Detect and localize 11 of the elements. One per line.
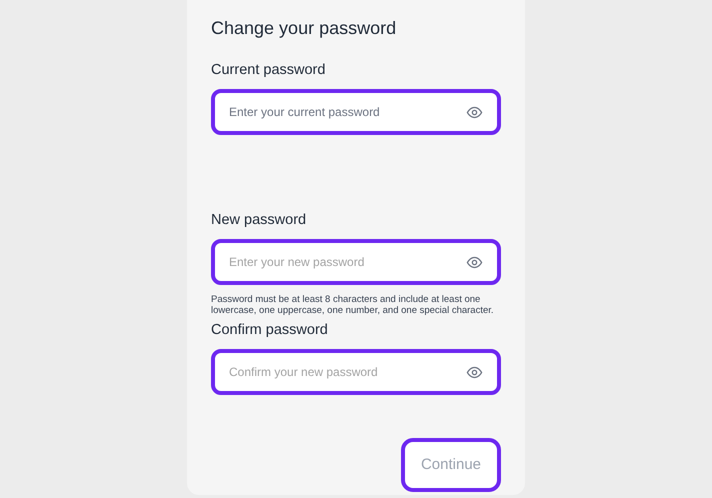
password-input[interactable]: Enter your current password (229, 103, 458, 121)
field-label: New password (211, 211, 308, 230)
password-hint: Password must be at least 8 characters and include at least one lowercase, one uppercase, one number, and one special character. (211, 294, 495, 316)
password-field[interactable]: Confirm your new password (211, 349, 501, 395)
field-label: Confirm password (211, 321, 329, 340)
form-title: Change your password (211, 17, 398, 40)
field-label: Current password (211, 61, 326, 80)
password-input[interactable]: Enter your new password (229, 253, 458, 271)
password-field[interactable]: Enter your new password (211, 239, 501, 285)
password-field[interactable]: Enter your current password (211, 89, 501, 135)
password-input[interactable]: Confirm your new password (229, 363, 458, 381)
